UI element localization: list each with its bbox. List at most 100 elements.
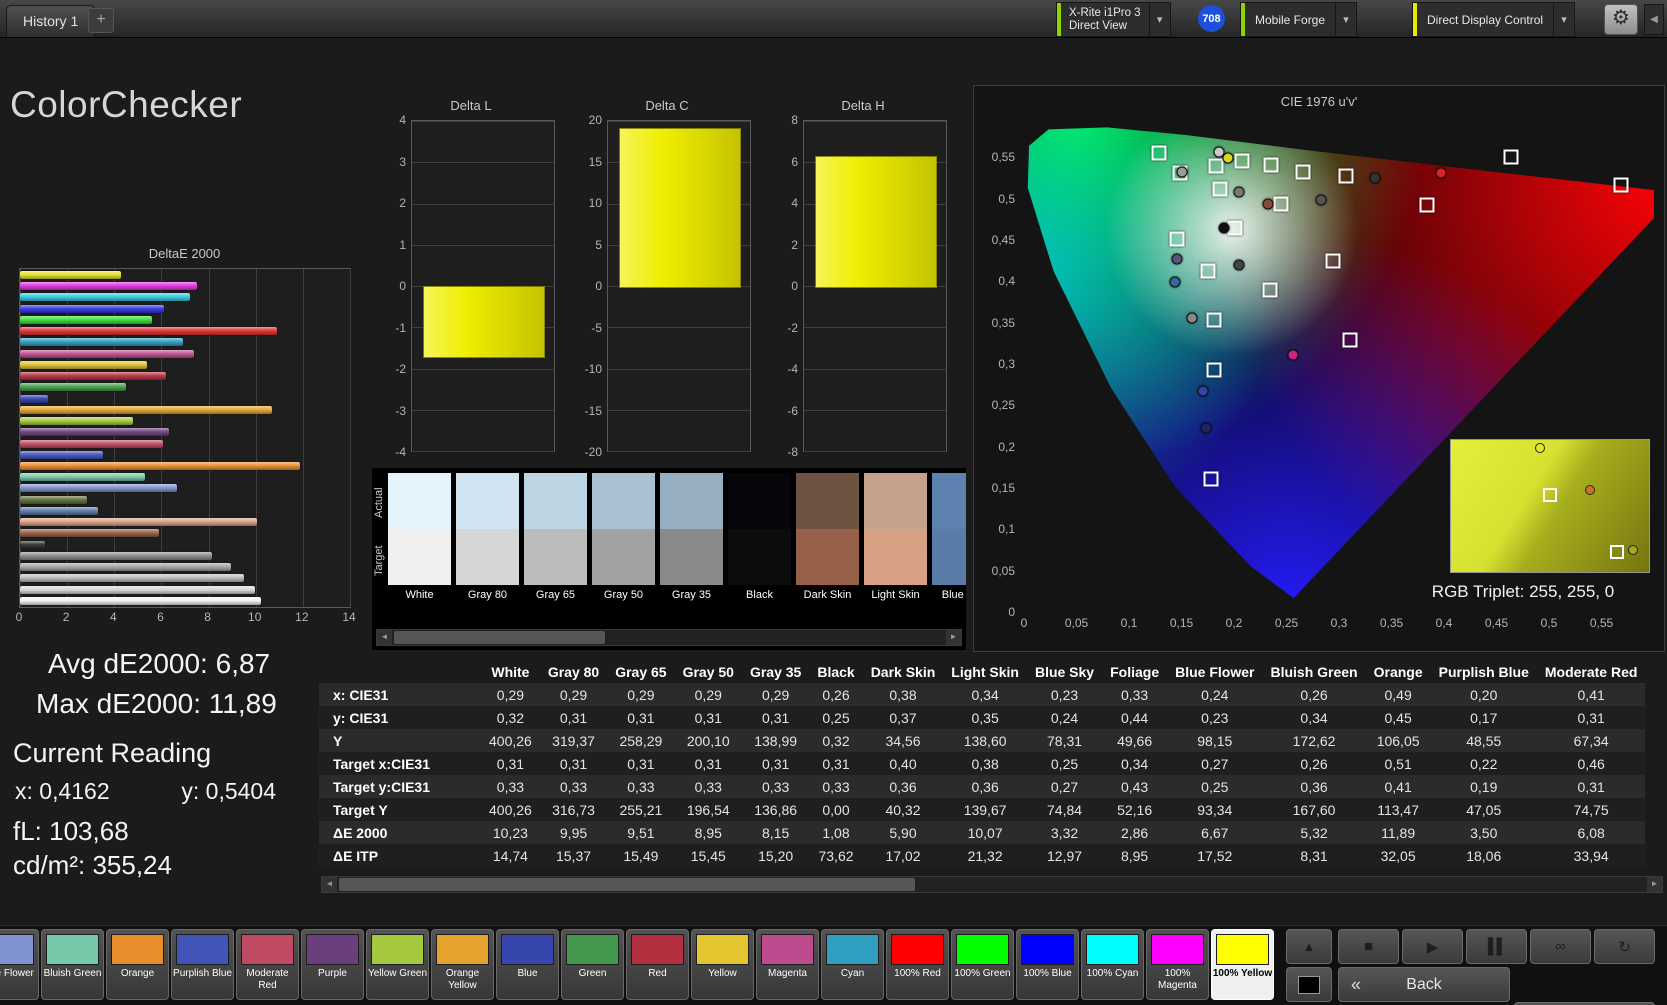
column-header: Gray 80 xyxy=(547,663,600,680)
current-reading-xy: x: 0,4162 y: 0,5404 xyxy=(15,778,276,805)
patch-button-100-cyan[interactable]: 100% Cyan xyxy=(1081,929,1144,1000)
column-header: Black xyxy=(817,663,855,680)
patch-button-yellow[interactable]: Yellow xyxy=(691,929,754,1000)
bar-row xyxy=(20,349,350,358)
patch-label: Yellow xyxy=(708,968,737,979)
table-cell: 0,45 xyxy=(1384,709,1412,726)
patch-button-green[interactable]: Green xyxy=(561,929,624,1000)
patch-button-yellow-green[interactable]: Yellow Green xyxy=(366,929,429,1000)
scrollbar-thumb[interactable] xyxy=(339,878,916,891)
cie-target-marker xyxy=(1206,312,1222,328)
swatch-label: White xyxy=(405,589,434,601)
patch-label: Orange Yellow xyxy=(445,968,480,991)
table-cell: 0,29 xyxy=(559,686,588,703)
patch-button-red[interactable]: Red xyxy=(626,929,689,1000)
patch-button-100-blue[interactable]: 100% Blue xyxy=(1016,929,1079,1000)
table-cell: 0,44 xyxy=(1120,709,1149,726)
column-header: Purplish Blue xyxy=(1438,663,1529,680)
patch-button-orange[interactable]: Orange xyxy=(106,929,169,1000)
scroll-right-icon[interactable]: ► xyxy=(1647,877,1662,892)
source-selector[interactable]: Mobile Forge ▾ xyxy=(1240,2,1358,37)
collapse-panel-icon[interactable]: ◀ xyxy=(1644,4,1664,35)
target-swatch xyxy=(524,529,587,585)
deltae-bar-red xyxy=(20,372,167,381)
table-scrollbar[interactable]: ◄ ► xyxy=(321,876,1663,893)
cie-target-marker xyxy=(1338,168,1354,184)
max-de2000-value: Max dE2000: 11,89 xyxy=(36,688,277,719)
deltae-bar-yellow xyxy=(20,360,148,369)
play-icon: ▶ xyxy=(1426,938,1439,956)
bar-row xyxy=(20,372,350,381)
chart-title: DeltaE 2000 xyxy=(148,246,221,261)
loop-button[interactable]: ∞ xyxy=(1530,929,1591,964)
swatch-column-gray-50: Gray 50 xyxy=(592,473,655,613)
scrollbar-track[interactable] xyxy=(337,877,1647,892)
tab-history-1[interactable]: History 1 xyxy=(6,5,96,37)
patch-label: Magenta xyxy=(768,968,807,979)
table-cell: 0,31 xyxy=(822,755,850,772)
refresh-button[interactable]: ↻ xyxy=(1594,929,1655,964)
scro ll-right-icon[interactable]: ► xyxy=(946,630,961,645)
gear-icon[interactable]: ⚙ xyxy=(1604,4,1638,35)
patch-button-100-red[interactable]: 100% Red xyxy=(886,929,949,1000)
patch-button-magenta[interactable]: Magenta xyxy=(756,929,819,1000)
patch-label: Moderate Red xyxy=(246,968,289,991)
bar-series xyxy=(20,271,350,605)
patch-button-blue-flower[interactable]: Blue Flower xyxy=(0,929,39,1000)
meter-selector[interactable]: X-Rite i1Pro 3 Direct View ▾ xyxy=(1056,2,1171,37)
swatch-label: Gray 50 xyxy=(603,589,644,601)
actual-swatch xyxy=(660,473,723,529)
patch-button-100-yellow[interactable]: 100% Yellow xyxy=(1211,929,1274,1000)
table-cell: 17,02 xyxy=(885,847,921,864)
patch-button-moderate-red[interactable]: Moderate Red xyxy=(236,929,299,1000)
patch-button-purplish-blue[interactable]: Purplish Blue xyxy=(171,929,234,1000)
chart-title: Delta C xyxy=(645,98,689,113)
add-tab-button[interactable]: + xyxy=(88,8,114,33)
bar-row xyxy=(20,271,350,279)
display-window-button[interactable] xyxy=(1286,967,1332,1002)
target-swatch xyxy=(864,529,927,585)
table-cell: 47,05 xyxy=(1466,801,1502,818)
patch-button-purple[interactable]: Purple xyxy=(301,929,364,1000)
table-cell: 0,25 xyxy=(1201,778,1229,795)
stop-button[interactable]: ■ xyxy=(1338,929,1399,964)
table-cell: 0,31 xyxy=(496,755,525,772)
patch-button-cyan[interactable]: Cyan xyxy=(821,929,884,1000)
swatch-label: Gray 65 xyxy=(535,589,576,601)
cie-target-marker xyxy=(1203,471,1219,487)
patch-button-bluish-green[interactable]: Bluish Green xyxy=(41,929,104,1000)
bar-row xyxy=(20,495,350,504)
display-control-selector[interactable]: Direct Display Control ▾ xyxy=(1412,2,1576,37)
patch-button-blue[interactable]: Blue xyxy=(496,929,559,1000)
back-button[interactable]: « Back xyxy=(1338,967,1510,1002)
patch-bar: Blue Flower Bluish Green Orange Purplish Bl… xyxy=(0,925,1667,1005)
patch-label: 100% Yellow xyxy=(1212,968,1273,979)
cie-target-marker xyxy=(1169,231,1185,247)
chevron-down-icon[interactable]: ▾ xyxy=(1553,3,1574,36)
patch-button-100-green[interactable]: 100% Green xyxy=(951,929,1014,1000)
scrollbar-track[interactable] xyxy=(392,630,946,645)
table-cell: 0,31 xyxy=(559,709,588,726)
table-cell: 15,49 xyxy=(623,847,659,864)
x-axis-labels: 0 2 4 6 8 10 12 14 xyxy=(16,610,356,626)
axis-tick-label: 0,25 xyxy=(1274,616,1299,630)
axis-tick-label: -20 xyxy=(584,445,602,459)
scroll-up-button[interactable]: ▲ xyxy=(1286,929,1332,964)
chevron-down-icon[interactable]: ▾ xyxy=(1148,3,1170,36)
bar-row xyxy=(20,304,350,313)
table-cell: 0,31 xyxy=(627,709,655,726)
play-button[interactable]: ▶ xyxy=(1402,929,1463,964)
chevron-down-icon[interactable]: ▾ xyxy=(1335,3,1356,36)
patch-color-swatch xyxy=(436,934,489,965)
axis-tick-label: 0,35 xyxy=(991,315,1015,330)
patch-button-orange-yellow[interactable]: Orange Yellow xyxy=(431,929,494,1000)
swatch-scrollbar[interactable]: ◄ ► xyxy=(376,629,962,646)
gridline xyxy=(608,121,750,122)
scroll-left-icon[interactable]: ◄ xyxy=(377,630,392,645)
scroll-left-icon[interactable]: ◄ xyxy=(322,877,337,892)
scrollbar-thumb[interactable] xyxy=(394,631,605,644)
table-cell: 6,67 xyxy=(1201,824,1229,841)
patch-button-100-magenta[interactable]: 100% Magenta xyxy=(1146,929,1209,1000)
pause-button[interactable]: ▌▌ xyxy=(1466,929,1527,964)
table-cell: 0,41 xyxy=(1577,686,1605,703)
